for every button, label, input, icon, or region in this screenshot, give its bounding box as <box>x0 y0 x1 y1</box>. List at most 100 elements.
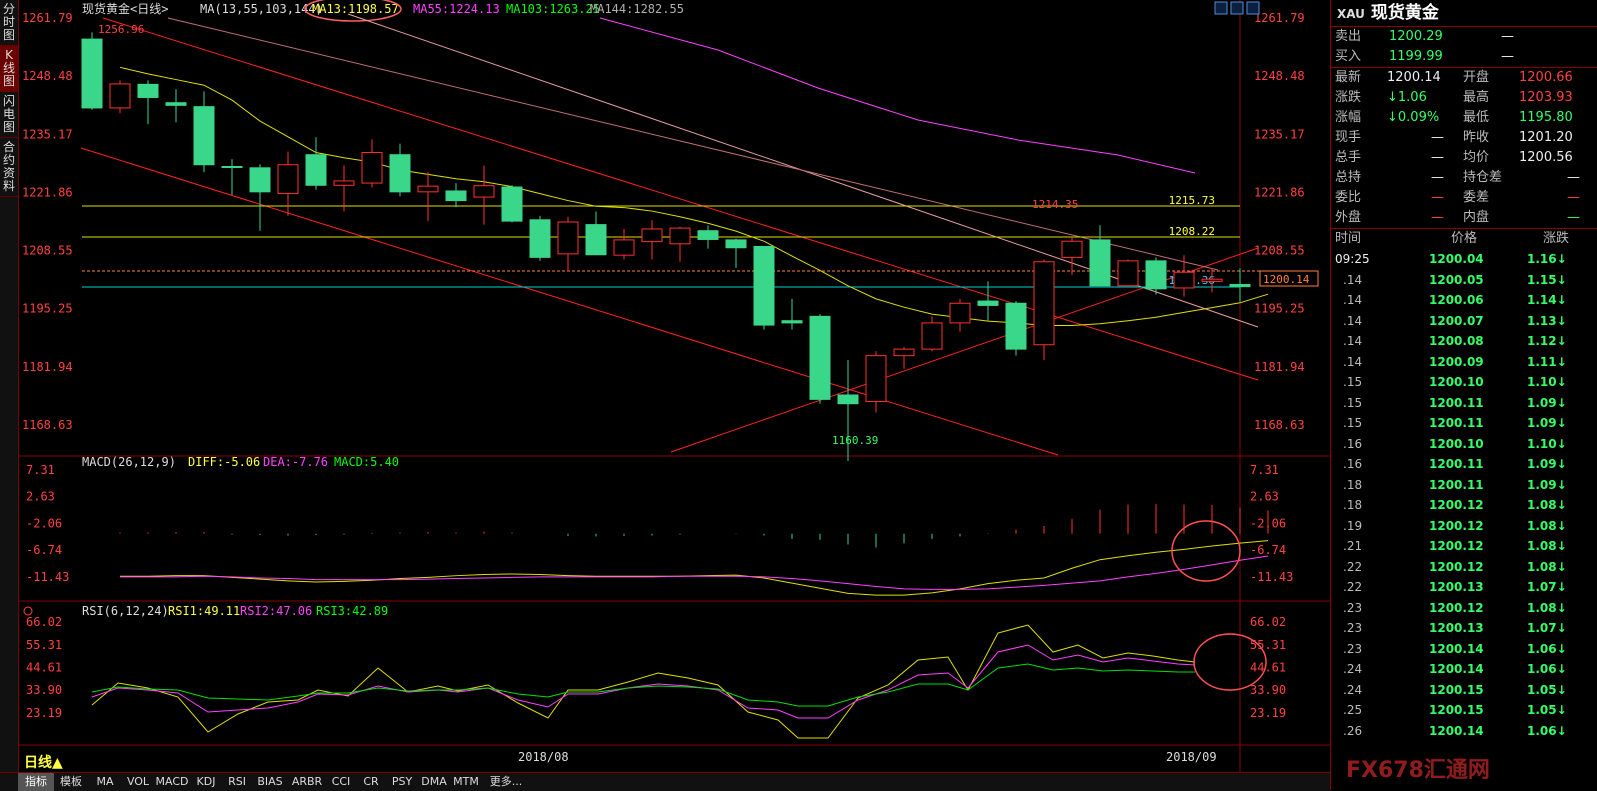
rsi-axis: 66.02 66.02 55.31 55.31 44.61 44.61 33.90 33.90… <box>26 615 1286 720</box>
indicator-tab-0[interactable]: 指标 <box>18 773 54 791</box>
macd-diff-line <box>120 540 1269 596</box>
tick-row: .16 1200.10 1.10↓ <box>1331 434 1597 455</box>
price-tick-left: 1235.17 <box>22 127 73 141</box>
restore-icon[interactable] <box>1246 1 1260 15</box>
quote-value: ↓1.06 <box>1387 90 1427 105</box>
tick-time: .16 <box>1343 436 1363 451</box>
candle-body <box>1089 239 1111 287</box>
kline-chart[interactable]: 现货黄金<日线> MA(13,55,103,144) MA13:1198.57 … <box>18 0 1330 772</box>
ticks-header-change: 涨跌 <box>1543 231 1570 246</box>
pink-resistance-line <box>167 17 1219 271</box>
price-tick-left: 1248.48 <box>22 69 73 83</box>
quote-row: 涨幅 ↓0.09% 最低 1195.80 <box>1331 108 1597 128</box>
indicator-tab-8[interactable]: ARBR <box>288 773 326 791</box>
tick-row: .22 1200.13 1.07↓ <box>1331 577 1597 598</box>
candle-body <box>109 83 131 109</box>
rsi-tick-left: 33.90 <box>26 683 62 697</box>
settings-icon[interactable] <box>23 606 33 616</box>
macd-tick-left: 7.31 <box>26 463 55 477</box>
tick-price: 1200.06 <box>1429 293 1484 307</box>
macd-highlight-ellipse <box>1171 520 1241 582</box>
tick-price: 1200.11 <box>1429 395 1484 410</box>
tick-price: 1200.11 <box>1429 457 1484 471</box>
quote-label: 持仓差 <box>1463 170 1503 185</box>
tick-row: .23 1200.12 1.08↓ <box>1331 598 1597 619</box>
tick-row: .18 1200.11 1.09↓ <box>1331 475 1597 496</box>
tick-time: .26 <box>1343 723 1363 738</box>
indicator-tab-4[interactable]: MACD <box>154 773 190 791</box>
timeframe-label[interactable]: 日线▲ <box>24 752 63 772</box>
candles <box>81 32 1251 461</box>
quote-value: — <box>1567 170 1580 185</box>
quote-label: 均价 <box>1463 150 1490 165</box>
macd-diff: DIFF:-5.06 <box>188 455 260 469</box>
level1-label: 1215.73 <box>1169 194 1215 207</box>
price-axis-right: 1261.79 1248.48 1235.17 1221.86 1208.55 1195.… <box>1254 11 1305 432</box>
rsi3-line <box>91 663 1195 707</box>
indicator-tab-12[interactable]: DMA <box>418 773 450 791</box>
quote-value: — <box>1431 170 1444 185</box>
price-tick-left: 1181.94 <box>22 360 73 374</box>
candle-body <box>641 228 663 243</box>
tab-kline[interactable]: K线图 <box>0 46 18 92</box>
tick-time: .19 <box>1343 518 1363 533</box>
price-tick-left: 1208.55 <box>22 244 73 258</box>
tab-timeshare[interactable]: 分时图 <box>0 0 18 46</box>
quote-value: 1200.14 <box>1387 70 1441 85</box>
tick-time: .18 <box>1343 477 1363 492</box>
ma144-value: MA144:1282.55 <box>590 2 684 16</box>
indicator-tab-3[interactable]: VOL <box>122 773 154 791</box>
indicator-tab-1[interactable]: 模板 <box>54 773 88 791</box>
indicator-tab-14[interactable]: 更多... <box>482 773 530 791</box>
tick-row: .15 1200.11 1.09↓ <box>1331 393 1597 414</box>
indicator-tab-11[interactable]: PSY <box>386 773 418 791</box>
candle-body <box>613 239 635 256</box>
tab-contract-info[interactable]: 合约资料 <box>0 138 18 197</box>
indicator-tab-7[interactable]: BIAS <box>252 773 288 791</box>
macd-tick-right: 2.63 <box>1250 490 1279 504</box>
tick-row: .26 1200.14 1.06↓ <box>1331 721 1597 742</box>
quote-label: 委比 <box>1335 190 1362 205</box>
tick-price: 1200.12 <box>1429 539 1484 553</box>
tick-time: .14 <box>1343 272 1363 287</box>
indicator-tab-9[interactable]: CCI <box>326 773 356 791</box>
rsi2-line <box>91 644 1196 719</box>
zoom-out-icon[interactable] <box>1230 1 1244 15</box>
indicator-tab-10[interactable]: CR <box>356 773 386 791</box>
price-tick-right: 1168.63 <box>1254 418 1305 432</box>
tick-list[interactable]: 09:25 1200.04 1.16↓ .14 1200.05 1.15↓ .14 1200.… <box>1331 249 1597 741</box>
candle-body <box>501 186 523 222</box>
tick-change: 1.07↓ <box>1527 621 1567 635</box>
candle-body <box>977 300 999 306</box>
candle-body <box>809 315 831 400</box>
tick-row: .21 1200.12 1.08↓ <box>1331 536 1597 557</box>
macd-dea: DEA:-7.76 <box>263 455 328 469</box>
indicator-tab-2[interactable]: MA <box>88 773 122 791</box>
candle-body <box>1033 261 1055 346</box>
tick-time: .18 <box>1343 498 1363 512</box>
tick-change: 1.08↓ <box>1527 518 1567 533</box>
tick-change: 1.13↓ <box>1527 313 1567 328</box>
tick-change: 1.10↓ <box>1527 436 1567 451</box>
candle-body <box>333 180 355 186</box>
tick-price: 1200.10 <box>1429 436 1484 451</box>
quote-value: — <box>1431 210 1444 225</box>
tab-flash[interactable]: 闪电图 <box>0 92 18 138</box>
quote-label: 最新 <box>1335 70 1362 85</box>
price-tick-right: 1235.17 <box>1254 127 1305 141</box>
tick-price: 1200.09 <box>1429 354 1484 369</box>
tick-time: .22 <box>1343 580 1363 594</box>
indicator-tab-6[interactable]: RSI <box>222 773 252 791</box>
rsi-tick-right: 33.90 <box>1250 683 1286 697</box>
tick-time: .14 <box>1343 293 1363 307</box>
rsi-tick-right: 44.61 <box>1250 660 1286 674</box>
indicator-tab-5[interactable]: KDJ <box>190 773 222 791</box>
indicator-tab-13[interactable]: MTM <box>450 773 482 791</box>
candle-body <box>361 152 383 184</box>
current-price-label: 1200.14 <box>1263 273 1310 286</box>
macd-tick-left: -2.06 <box>26 517 62 531</box>
zoom-in-icon[interactable] <box>1214 1 1228 15</box>
high-start-label: 1256.96 <box>98 23 144 36</box>
tick-price: 1200.10 <box>1429 375 1484 389</box>
ma55-value: MA55:1224.13 <box>413 2 500 16</box>
